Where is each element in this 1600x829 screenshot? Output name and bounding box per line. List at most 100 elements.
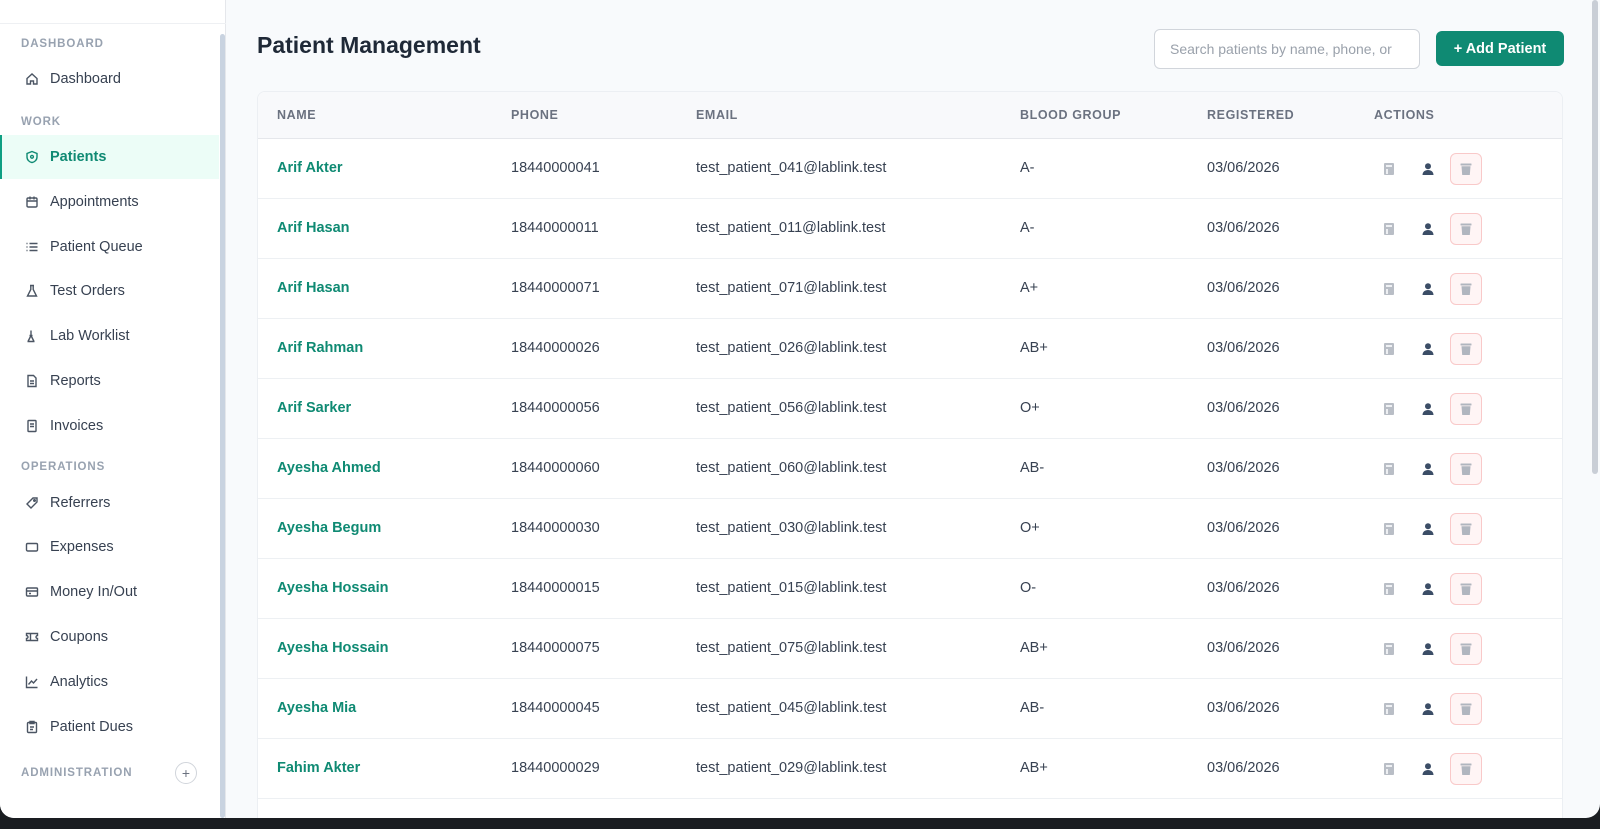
view-button[interactable] [1373, 633, 1405, 665]
column-header-phone[interactable]: PHONE [511, 108, 558, 122]
main-scrollbar[interactable] [1592, 0, 1598, 474]
cell-name[interactable]: Arif Hasan [277, 220, 350, 236]
profile-icon [1421, 762, 1435, 776]
cell-phone: 18440000075 [511, 640, 600, 656]
trash-icon [1460, 222, 1472, 236]
column-header-blood-group[interactable]: BLOOD GROUP [1020, 108, 1121, 122]
sidebar-item-analytics[interactable]: Analytics [0, 660, 219, 704]
cell-name[interactable]: Ayesha Ahmed [277, 460, 381, 476]
delete-button[interactable] [1450, 513, 1482, 545]
cell-registered: 03/06/2026 [1207, 760, 1280, 776]
table-row[interactable]: Fahim Akter 18440000029 test_patient_029@l… [258, 739, 1562, 799]
sidebar-item-coupons[interactable]: Coupons [0, 615, 219, 659]
view-button[interactable] [1373, 693, 1405, 725]
view-icon [1383, 462, 1395, 476]
delete-button[interactable] [1450, 453, 1482, 485]
delete-button[interactable] [1450, 333, 1482, 365]
sidebar-item-appointments[interactable]: Appointments [0, 180, 219, 224]
table-row[interactable]: Arif Hasan 18440000011 test_patient_011@la… [258, 199, 1562, 259]
sidebar-item-expenses[interactable]: Expenses [0, 525, 219, 569]
profile-button[interactable] [1412, 693, 1444, 725]
column-header-email[interactable]: EMAIL [696, 108, 738, 122]
cell-name[interactable]: Ayesha Begum [277, 520, 381, 536]
expand-administration-button[interactable]: + [175, 762, 197, 784]
profile-button[interactable] [1412, 273, 1444, 305]
cell-email: test_patient_026@lablink.test [696, 340, 887, 356]
delete-button[interactable] [1450, 693, 1482, 725]
trash-icon [1460, 462, 1472, 476]
sidebar-item-lab-worklist[interactable]: Lab Worklist [0, 314, 219, 358]
table-row[interactable]: Arif Sarker 18440000056 test_patient_056@l… [258, 379, 1562, 439]
cell-name[interactable]: Fahim Akter [277, 760, 360, 776]
cell-blood-group: O- [1020, 580, 1037, 596]
view-button[interactable] [1373, 393, 1405, 425]
cell-email: test_patient_060@lablink.test [696, 460, 887, 476]
view-button[interactable] [1373, 153, 1405, 185]
cell-phone: 18440000045 [511, 700, 600, 716]
cell-name[interactable]: Arif Rahman [277, 340, 363, 356]
section-label-operations: OPERATIONS [21, 461, 106, 473]
delete-button[interactable] [1450, 633, 1482, 665]
profile-button[interactable] [1412, 573, 1444, 605]
view-button[interactable] [1373, 453, 1405, 485]
sidebar-item-dashboard[interactable]: Dashboard [0, 57, 219, 101]
cell-name[interactable]: Arif Sarker [277, 400, 351, 416]
view-button[interactable] [1373, 753, 1405, 785]
view-button[interactable] [1373, 573, 1405, 605]
trash-icon [1460, 522, 1472, 536]
cell-email: test_patient_045@lablink.test [696, 700, 887, 716]
trash-icon [1460, 702, 1472, 716]
cell-name[interactable]: Arif Akter [277, 160, 343, 176]
profile-button[interactable] [1412, 213, 1444, 245]
delete-button[interactable] [1450, 753, 1482, 785]
delete-button[interactable] [1450, 273, 1482, 305]
table-row[interactable]: Ayesha Mia 18440000045 test_patient_045@la… [258, 679, 1562, 739]
table-row[interactable]: Ayesha Hossain 18440000075 test_patient_07… [258, 619, 1562, 679]
table-row[interactable]: Ayesha Begum 18440000030 test_patient_030@… [258, 499, 1562, 559]
sidebar-item-reports[interactable]: Reports [0, 359, 219, 403]
cell-name[interactable]: Ayesha Hossain [277, 640, 388, 656]
table-row[interactable]: Ayesha Hossain 18440000015 test_patient_01… [258, 559, 1562, 619]
delete-button[interactable] [1450, 393, 1482, 425]
view-button[interactable] [1373, 213, 1405, 245]
sidebar-item-patient-dues[interactable]: Patient Dues [0, 705, 219, 749]
sidebar-item-patients[interactable]: Patients [0, 135, 219, 179]
delete-button[interactable] [1450, 153, 1482, 185]
home-icon [25, 72, 39, 86]
sidebar-item-money-in-out[interactable]: Money In/Out [0, 570, 219, 614]
profile-button[interactable] [1412, 513, 1444, 545]
search-input[interactable] [1154, 29, 1420, 69]
view-button[interactable] [1373, 513, 1405, 545]
table-row[interactable]: Arif Akter 18440000041 test_patient_041@la… [258, 139, 1562, 199]
profile-button[interactable] [1412, 633, 1444, 665]
sidebar-item-patient-queue[interactable]: Patient Queue [0, 225, 219, 269]
profile-button[interactable] [1412, 453, 1444, 485]
profile-button[interactable] [1412, 333, 1444, 365]
table-row[interactable]: Arif Rahman 18440000026 test_patient_026@l… [258, 319, 1562, 379]
trash-icon [1460, 282, 1472, 296]
column-header-name[interactable]: NAME [277, 108, 316, 122]
cell-name[interactable]: Ayesha Hossain [277, 580, 388, 596]
sidebar-item-test-orders[interactable]: Test Orders [0, 269, 219, 313]
add-patient-button[interactable]: + Add Patient [1436, 31, 1564, 66]
delete-button[interactable] [1450, 573, 1482, 605]
cell-registered: 03/06/2026 [1207, 640, 1280, 656]
sidebar-item-invoices[interactable]: Invoices [0, 404, 219, 448]
profile-button[interactable] [1412, 393, 1444, 425]
view-button[interactable] [1373, 273, 1405, 305]
cell-name[interactable]: Ayesha Mia [277, 700, 356, 716]
delete-button[interactable] [1450, 213, 1482, 245]
profile-button[interactable] [1412, 753, 1444, 785]
table-row[interactable]: Arif Hasan 18440000071 test_patient_071@la… [258, 259, 1562, 319]
view-button[interactable] [1373, 333, 1405, 365]
sidebar-item-label: Dashboard [50, 71, 121, 87]
sidebar-scrollbar[interactable] [220, 34, 225, 818]
view-icon [1383, 522, 1395, 536]
trash-icon [1460, 762, 1472, 776]
sidebar-item-referrers[interactable]: Referrers [0, 481, 219, 525]
profile-button[interactable] [1412, 153, 1444, 185]
cell-blood-group: AB- [1020, 700, 1045, 716]
column-header-registered[interactable]: REGISTERED [1207, 108, 1294, 122]
table-row[interactable]: Ayesha Ahmed 18440000060 test_patient_060@… [258, 439, 1562, 499]
cell-name[interactable]: Arif Hasan [277, 280, 350, 296]
